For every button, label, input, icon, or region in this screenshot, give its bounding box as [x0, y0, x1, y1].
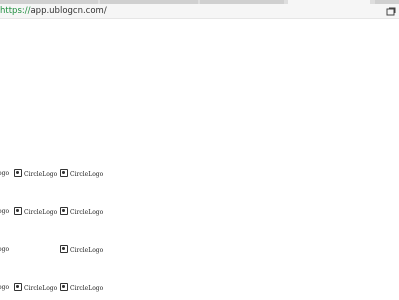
circle-logo-icon [60, 169, 68, 177]
logo-label-partial: ogo [0, 284, 10, 291]
circle-logo-icon [60, 283, 68, 291]
circle-logo-item: CircleLogo [60, 283, 103, 293]
circle-logo-icon [60, 245, 68, 253]
circle-logo-item: CircleLogo [14, 283, 57, 293]
url-host: app.ublogcn.com/ [30, 6, 107, 16]
url-field[interactable]: https://app.ublogcn.com/ [0, 5, 107, 17]
circle-logo-icon [14, 207, 22, 215]
logo-label: CircleLogo [70, 171, 104, 178]
reader-view-icon[interactable] [385, 5, 397, 17]
circle-logo-item: CircleLogo [60, 245, 103, 255]
circle-logo-item: CircleLogo [14, 169, 57, 179]
logo-label: CircleLogo [24, 171, 58, 178]
logo-row: ogo CircleLogo [0, 245, 399, 255]
logo-label: CircleLogo [24, 285, 58, 292]
logo-label-partial: ogo [0, 246, 10, 253]
logo-label: CircleLogo [24, 209, 58, 216]
logo-row: ogo CircleLogo CircleLogo [0, 283, 399, 293]
logo-label-partial: ogo [0, 208, 10, 215]
address-bar[interactable]: https://app.ublogcn.com/ [0, 4, 399, 19]
logo-row: ogo CircleLogo CircleLogo [0, 207, 399, 217]
logo-label-partial: ogo [0, 170, 10, 177]
circle-logo-item: CircleLogo [60, 169, 103, 179]
circle-logo-icon [14, 283, 22, 291]
url-scheme: https:// [0, 6, 31, 16]
logo-label: CircleLogo [70, 209, 104, 216]
circle-logo-item: CircleLogo [60, 207, 103, 217]
circle-logo-item: CircleLogo [14, 207, 57, 217]
logo-label: CircleLogo [70, 285, 104, 292]
logo-label: CircleLogo [70, 247, 104, 254]
logo-row: ogo CircleLogo CircleLogo [0, 169, 399, 179]
circle-logo-icon [60, 207, 68, 215]
circle-logo-icon [14, 169, 22, 177]
